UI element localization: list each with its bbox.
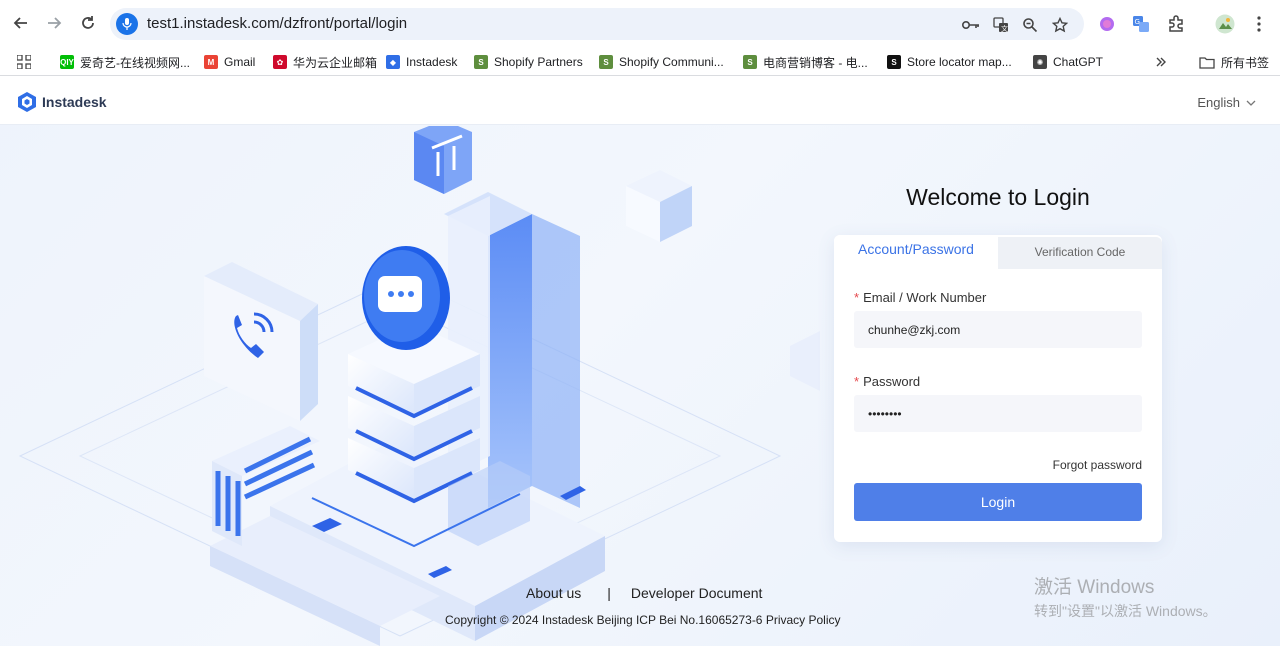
microphone-icon[interactable] — [116, 13, 138, 35]
bookmark-label: 电商营销博客 - 电... — [763, 55, 868, 70]
bookmarks-bar: iQIYI 爱奇艺-在线视频网... M Gmail ✿ 华为云企业邮箱 ◆ Instades… — [0, 46, 1280, 76]
tab-account-password[interactable]: Account/Password — [834, 235, 998, 269]
tab-verification-code[interactable]: Verification Code — [998, 237, 1162, 269]
bookmark-label: Store locator map... — [907, 55, 1012, 69]
watermark-line-2: 转到"设置"以激活 Windows。 — [1034, 603, 1217, 619]
instadesk-icon: ◆ — [386, 55, 400, 69]
instadesk-logo-icon — [18, 92, 36, 112]
isometric-illustration — [18, 126, 820, 646]
language-label: English — [1197, 95, 1240, 110]
required-mark: * — [854, 374, 860, 389]
windows-activation-watermark: 激活 Windows 转到"设置"以激活 Windows。 — [1034, 572, 1217, 621]
login-tabs: Verification Code Account/Password — [834, 235, 1162, 269]
back-button[interactable] — [9, 11, 33, 35]
language-selector[interactable]: English — [1197, 95, 1256, 110]
store-locator-icon: S — [887, 55, 901, 69]
translate-extension-icon[interactable]: G — [1130, 13, 1152, 35]
password-label: * Password — [854, 374, 920, 389]
bookmark-label: Shopify Partners — [494, 55, 583, 69]
bookmark-label: Shopify Communi... — [619, 55, 724, 69]
svg-text:文: 文 — [1001, 24, 1008, 33]
forward-button[interactable] — [42, 11, 66, 35]
login-card: Verification Code Account/Password * Emai… — [834, 235, 1162, 542]
required-mark: * — [854, 290, 860, 305]
bookmark-star-icon[interactable] — [1051, 16, 1069, 34]
arrow-right-icon — [48, 17, 62, 29]
chatgpt-icon: ✺ — [1033, 55, 1047, 69]
developer-document-link[interactable]: Developer Document — [631, 585, 763, 601]
footer-separator: | — [607, 585, 611, 601]
shopify-icon: S — [599, 55, 613, 69]
arrow-left-icon — [13, 17, 27, 29]
profile-avatar-icon[interactable] — [1214, 13, 1236, 35]
bookmark-item[interactable]: S 电商营销博客 - 电... — [743, 53, 868, 71]
bookmark-item[interactable]: S Store locator map... — [887, 53, 1012, 71]
bookmark-item[interactable]: ✺ ChatGPT — [1033, 53, 1103, 71]
chevron-down-icon — [1246, 100, 1256, 106]
all-bookmarks-label: 所有书签 — [1221, 55, 1270, 70]
bookmark-item[interactable]: ◆ Instadesk — [386, 53, 457, 71]
login-title: Welcome to Login — [906, 184, 1090, 210]
shopify-icon: S — [743, 55, 757, 69]
about-us-link[interactable]: About us — [526, 585, 581, 601]
more-bookmarks-chevron-icon[interactable] — [1155, 53, 1167, 71]
huawei-icon: ✿ — [273, 55, 287, 69]
password-label-text: Password — [863, 374, 921, 389]
browser-toolbar: test1.instadesk.com/dzfront/portal/login… — [0, 0, 1280, 46]
copyright-text: Copyright © 2024 Instadesk Beijing ICP B… — [445, 613, 841, 627]
email-label: * Email / Work Number — [854, 290, 986, 305]
zoom-icon[interactable] — [1021, 16, 1039, 34]
bookmark-item[interactable]: S Shopify Communi... — [599, 53, 724, 71]
address-bar[interactable]: test1.instadesk.com/dzfront/portal/login… — [110, 8, 1084, 40]
bookmark-item[interactable]: ✿ 华为云企业邮箱 — [273, 53, 377, 71]
extension-brain-icon[interactable] — [1096, 13, 1118, 35]
bookmark-item[interactable]: M Gmail — [204, 53, 255, 71]
bookmark-item[interactable]: iQIYI 爱奇艺-在线视频网... — [58, 53, 190, 71]
translate-icon[interactable]: 文 — [992, 16, 1010, 34]
instadesk-logo[interactable]: Instadesk — [16, 91, 107, 113]
svg-text:G: G — [1135, 18, 1140, 26]
iqiyi-icon: iQIYI — [58, 55, 76, 69]
bookmark-label: Instadesk — [406, 55, 458, 69]
url-text[interactable]: test1.instadesk.com/dzfront/portal/login — [147, 15, 407, 32]
logo-text: Instadesk — [42, 94, 107, 110]
reload-button[interactable] — [76, 11, 100, 35]
watermark-line-1: 激活 Windows — [1034, 577, 1155, 598]
all-bookmarks-folder[interactable]: 所有书签 — [1199, 53, 1269, 71]
bookmark-label: 华为云企业邮箱 — [293, 55, 378, 70]
site-header: Instadesk English — [0, 78, 1280, 125]
login-button[interactable]: Login — [854, 483, 1142, 521]
login-page: Instadesk English Welcome to Login Verif… — [0, 78, 1280, 646]
folder-icon — [1199, 56, 1215, 69]
gmail-icon: M — [204, 55, 218, 69]
browser-menu-icon[interactable] — [1248, 13, 1270, 35]
apps-grid-icon[interactable] — [17, 53, 31, 71]
footer-links: About us | Developer Document — [526, 585, 762, 601]
forgot-password-link[interactable]: Forgot password — [1053, 458, 1142, 472]
shopify-icon: S — [474, 55, 488, 69]
password-key-icon[interactable] — [962, 16, 980, 34]
extensions-puzzle-icon[interactable] — [1165, 13, 1187, 35]
bookmark-label: 爱奇艺-在线视频网... — [80, 55, 190, 70]
bookmark-item[interactable]: S Shopify Partners — [474, 53, 583, 71]
password-input[interactable] — [854, 395, 1142, 432]
email-input[interactable] — [854, 311, 1142, 348]
bookmark-label: ChatGPT — [1053, 55, 1104, 69]
bookmark-label: Gmail — [224, 55, 256, 69]
email-label-text: Email / Work Number — [863, 290, 987, 305]
reload-icon — [82, 16, 94, 29]
